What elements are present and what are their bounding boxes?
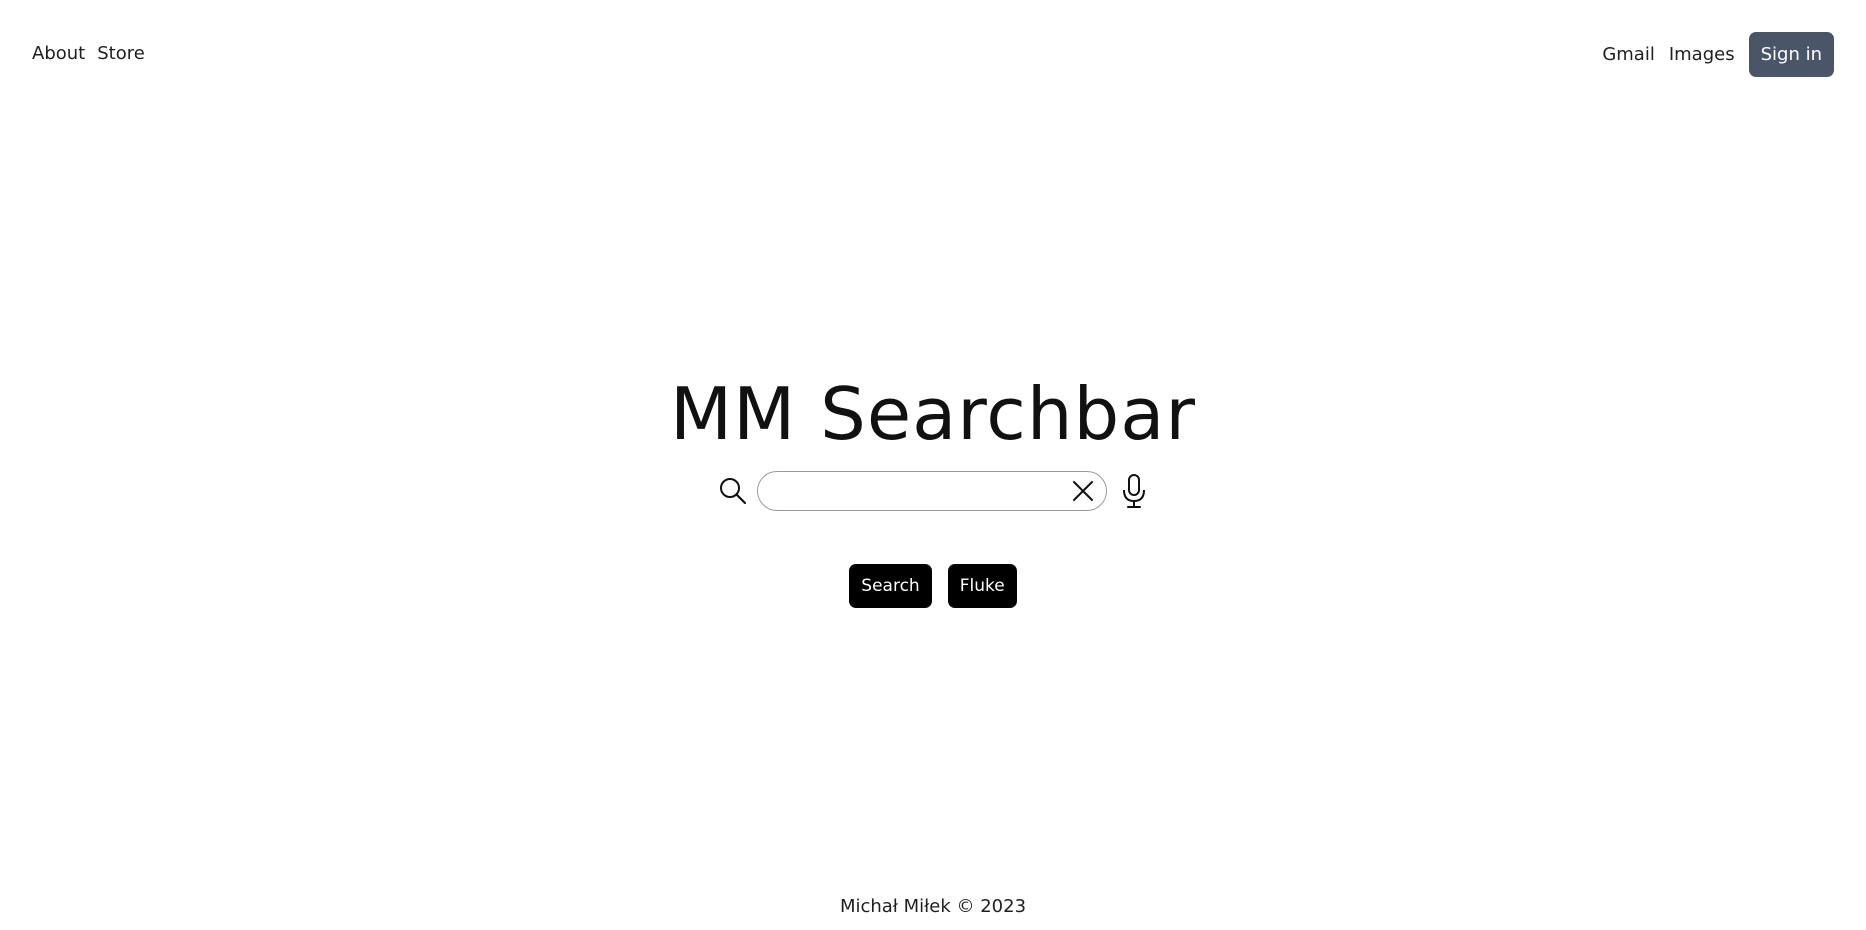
page: About Store Gmail Images Sign in MM Sear…	[0, 0, 1866, 930]
search-bar	[0, 471, 1866, 511]
action-buttons: Search Fluke	[0, 564, 1866, 608]
sign-in-button[interactable]: Sign in	[1748, 32, 1834, 77]
images-link[interactable]: Images	[1669, 44, 1735, 65]
about-link[interactable]: About	[32, 43, 85, 64]
search-box	[757, 471, 1107, 511]
microphone-icon[interactable]	[1119, 473, 1149, 509]
fluke-button[interactable]: Fluke	[947, 564, 1017, 608]
footer-copyright: Michał Miłek © 2023	[839, 896, 1027, 917]
top-nav-right: Gmail Images Sign in	[1602, 32, 1834, 77]
gmail-link[interactable]: Gmail	[1602, 44, 1655, 65]
search-button[interactable]: Search	[849, 564, 932, 608]
search-icon[interactable]	[717, 475, 749, 507]
top-nav-left: About Store	[32, 43, 145, 64]
store-link[interactable]: Store	[97, 43, 145, 64]
search-input[interactable]	[774, 472, 1068, 510]
page-title: MM Searchbar	[670, 372, 1196, 456]
close-icon[interactable]	[1070, 478, 1096, 504]
